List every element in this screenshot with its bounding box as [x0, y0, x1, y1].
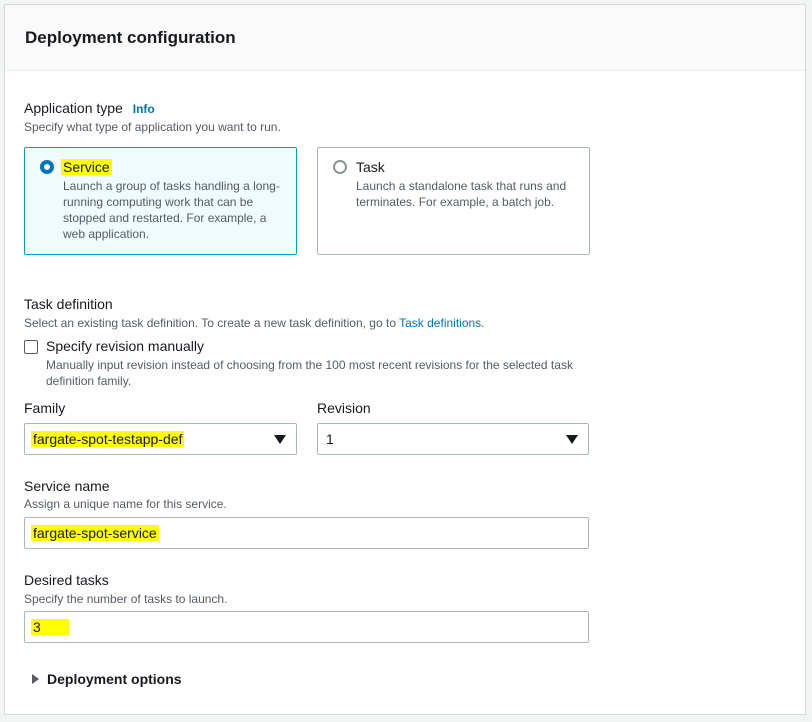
- caret-down-icon: [566, 435, 578, 444]
- desired-tasks-value: 3: [31, 619, 69, 635]
- application-type-label: Application type Info: [24, 100, 155, 116]
- task-definition-label: Task definition: [24, 296, 113, 312]
- service-name-value: fargate-spot-service: [31, 525, 159, 541]
- tile-service[interactable]: Service Launch a group of tasks handling…: [24, 147, 297, 255]
- revision-label: Revision: [317, 400, 371, 416]
- application-type-description: Specify what type of application you wan…: [24, 120, 281, 134]
- revision-select[interactable]: 1: [317, 423, 589, 455]
- revision-select-value: 1: [326, 431, 334, 447]
- tile-service-title: Service: [61, 159, 112, 175]
- info-link[interactable]: Info: [133, 102, 155, 116]
- task-definition-description-suffix: .: [481, 316, 485, 330]
- desired-tasks-description: Specify the number of tasks to launch.: [24, 592, 228, 606]
- deployment-options-expander[interactable]: Deployment options: [30, 669, 230, 689]
- tile-task-title: Task: [356, 159, 385, 175]
- radio-checked-icon[interactable]: [40, 160, 54, 174]
- tile-task[interactable]: Task Launch a standalone task that runs …: [317, 147, 590, 255]
- panel-title: Deployment configuration: [25, 28, 236, 47]
- desired-tasks-input[interactable]: 3: [24, 611, 589, 643]
- family-label: Family: [24, 400, 66, 416]
- radio-unchecked-icon[interactable]: [333, 160, 347, 174]
- caret-down-icon: [274, 435, 286, 444]
- specify-revision-checkbox[interactable]: [24, 340, 38, 354]
- task-definition-description-prefix: Select an existing task definition. To c…: [24, 316, 400, 330]
- application-type-label-text: Application type: [24, 100, 123, 116]
- service-name-description: Assign a unique name for this service.: [24, 497, 227, 511]
- panel-header: Deployment configuration: [5, 5, 805, 71]
- service-name-input[interactable]: fargate-spot-service: [24, 517, 589, 549]
- family-select-value: fargate-spot-testapp-def: [31, 431, 185, 447]
- deployment-options-label: Deployment options: [47, 671, 182, 687]
- desired-tasks-label: Desired tasks: [24, 572, 109, 588]
- tile-service-description: Launch a group of tasks handling a long-…: [63, 179, 280, 241]
- service-name-label: Service name: [24, 478, 110, 494]
- tile-task-description: Launch a standalone task that runs and t…: [356, 179, 567, 209]
- specify-revision-description: Manually input revision instead of choos…: [46, 358, 573, 388]
- family-select[interactable]: fargate-spot-testapp-def: [24, 423, 297, 455]
- task-definition-description: Select an existing task definition. To c…: [24, 316, 485, 330]
- caret-right-icon: [32, 674, 39, 684]
- specify-revision-label[interactable]: Specify revision manually: [46, 338, 204, 354]
- task-definitions-link[interactable]: Task definitions: [399, 316, 481, 330]
